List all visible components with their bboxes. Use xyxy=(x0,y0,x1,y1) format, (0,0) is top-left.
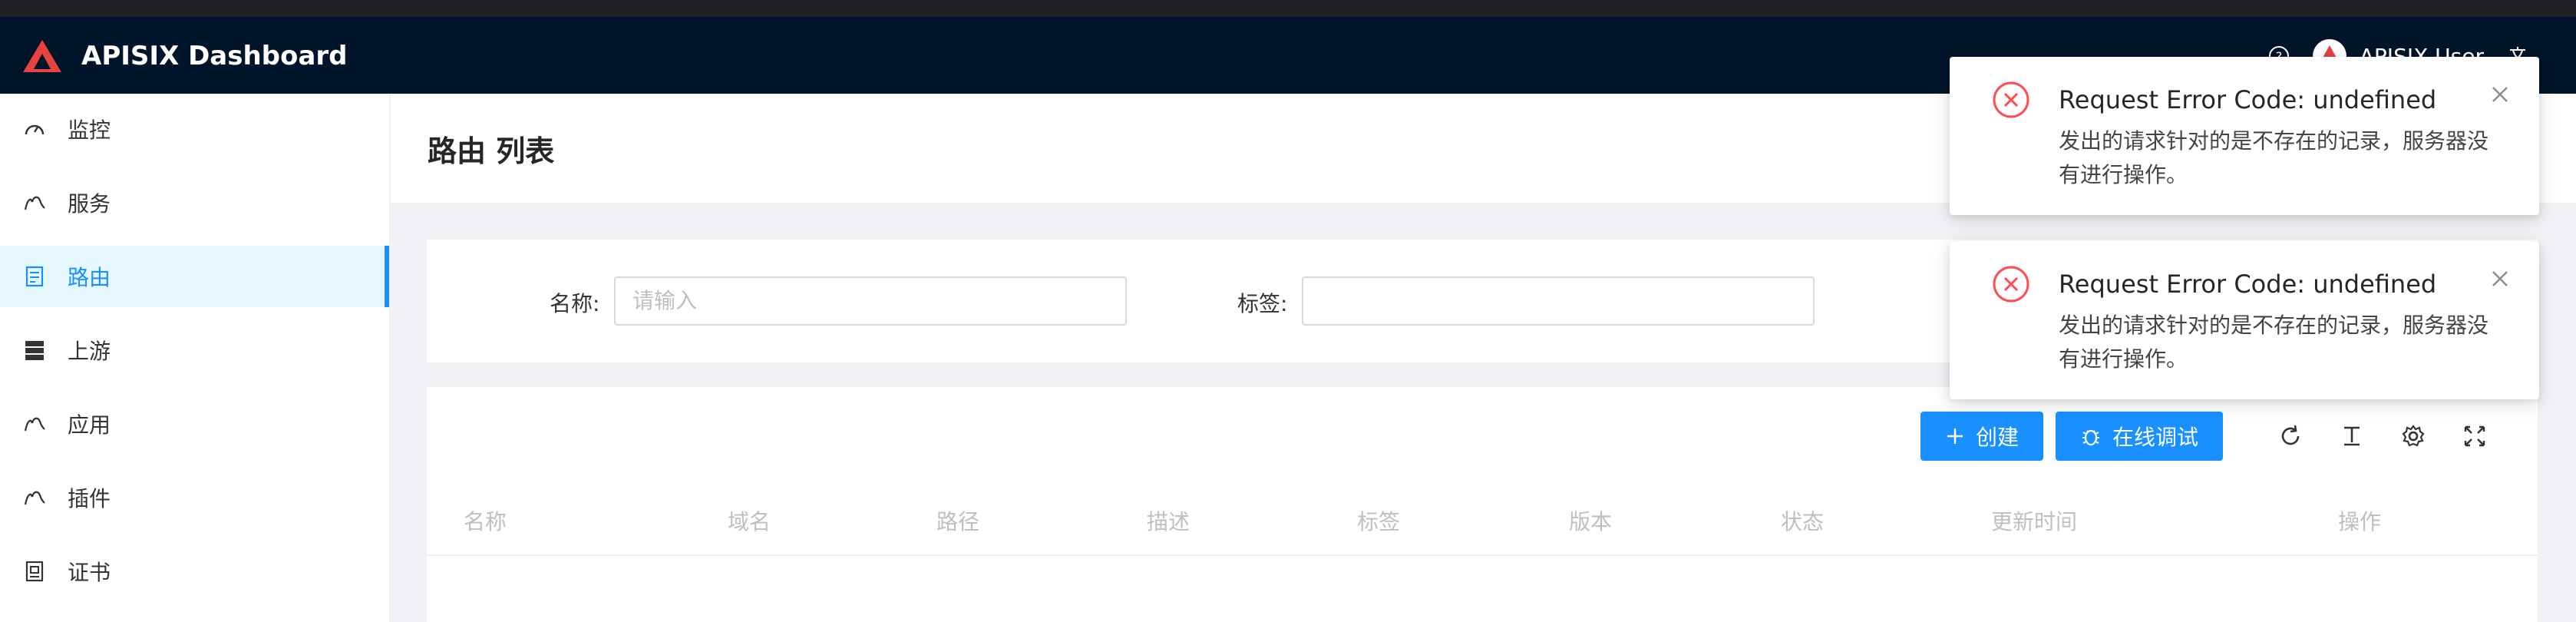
column-header-labels[interactable]: 标签 xyxy=(1357,505,1400,536)
consumer-icon xyxy=(21,411,48,437)
plus-icon xyxy=(1947,428,1963,444)
notification-message: Request Error Code: undefined xyxy=(2059,85,2437,114)
close-circle-icon xyxy=(1993,81,2029,118)
close-circle-icon xyxy=(1993,266,2029,303)
sidebar-item-label: 插件 xyxy=(68,486,111,511)
sidebar-item-label: 证书 xyxy=(68,560,111,585)
sidebar-item-label: 上游 xyxy=(68,339,111,364)
sidebar-item-upstream[interactable]: 上游 xyxy=(0,319,389,381)
upstream-icon xyxy=(21,337,48,363)
route-icon xyxy=(21,263,48,289)
close-icon[interactable] xyxy=(2488,83,2512,106)
create-button-label: 创建 xyxy=(1975,425,2019,450)
error-notification: Request Error Code: undefined 发出的请求针对的是不… xyxy=(1950,57,2539,215)
labels-label: 标签: xyxy=(1237,291,1288,316)
service-icon xyxy=(21,190,48,216)
sidebar-item-monitor[interactable]: 监控 xyxy=(0,98,389,160)
online-debug-button[interactable]: 在线调试 xyxy=(2055,412,2223,461)
error-notification: Request Error Code: undefined 发出的请求针对的是不… xyxy=(1950,241,2539,399)
sidebar-item-label: 服务 xyxy=(68,191,111,217)
sidebar-item-label: 应用 xyxy=(68,412,111,438)
sidebar-item-route[interactable]: 路由 xyxy=(0,246,389,307)
sidebar-item-consumer[interactable]: 应用 xyxy=(0,393,389,455)
column-header-path[interactable]: 路径 xyxy=(936,505,979,536)
column-header-name[interactable]: 名称 xyxy=(464,505,507,536)
create-button[interactable]: 创建 xyxy=(1920,412,2043,461)
plugin-icon xyxy=(21,485,48,511)
notification-description: 发出的请求针对的是不存在的记录，服务器没有进行操作。 xyxy=(2059,313,2489,372)
name-label: 名称: xyxy=(550,291,600,316)
settings-icon[interactable] xyxy=(2389,412,2438,461)
table-toolbar: 创建 在线调试 xyxy=(1920,412,2499,461)
column-header-update-time[interactable]: 更新时间 xyxy=(1991,505,2077,536)
close-icon[interactable] xyxy=(2488,267,2512,290)
notification-message: Request Error Code: undefined xyxy=(2059,270,2437,299)
notification-description: 发出的请求针对的是不存在的记录，服务器没有进行操作。 xyxy=(2059,128,2489,187)
sidebar: 监控 服务 路由 上游 应用 插件 证书 xyxy=(0,94,390,622)
reload-icon[interactable] xyxy=(2266,412,2315,461)
sidebar-item-service[interactable]: 服务 xyxy=(0,172,389,233)
app-title: APISIX Dashboard xyxy=(81,41,348,71)
sidebar-item-plugin[interactable]: 插件 xyxy=(0,467,389,528)
sidebar-item-certificate[interactable]: 证书 xyxy=(0,541,389,602)
browser-tab-strip xyxy=(0,0,2576,17)
certificate-icon xyxy=(21,558,48,584)
column-header-operation[interactable]: 操作 xyxy=(2338,505,2381,536)
name-input[interactable]: 请输入 xyxy=(614,276,1127,326)
sidebar-item-label: 路由 xyxy=(68,265,111,290)
table-header-divider xyxy=(427,554,2538,556)
online-debug-button-label: 在线调试 xyxy=(2112,425,2198,450)
page-title: 路由 列表 xyxy=(428,134,555,168)
column-header-description[interactable]: 描述 xyxy=(1147,505,1190,536)
dashboard-icon xyxy=(21,116,48,142)
column-header-version[interactable]: 版本 xyxy=(1569,505,1612,536)
labels-select[interactable] xyxy=(1302,276,1815,326)
apisix-logo-icon xyxy=(23,40,61,72)
fullscreen-icon[interactable] xyxy=(2450,412,2499,461)
route-table-card: 创建 在线调试 名称 域名 路径 描述 标签 版本 状态 更新时间 操作 xyxy=(427,387,2538,622)
column-header-status[interactable]: 状态 xyxy=(1781,505,1824,536)
density-icon[interactable] xyxy=(2327,412,2376,461)
bug-icon xyxy=(2082,429,2099,446)
column-header-host[interactable]: 域名 xyxy=(728,505,771,536)
sidebar-item-label: 监控 xyxy=(68,117,111,143)
